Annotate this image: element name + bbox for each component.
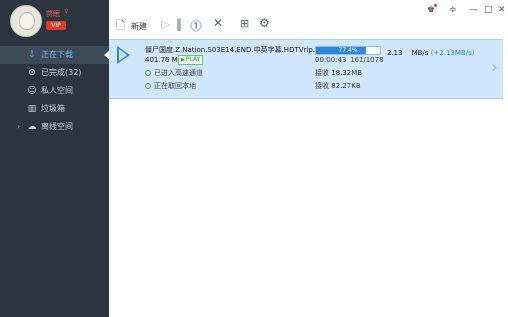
maximize-icon[interactable]: □ (484, 5, 493, 15)
play-badge[interactable]: ▶PLAY (178, 55, 204, 65)
sidebar-item-label: 私人空间 (41, 86, 73, 95)
speed-unit: MB/s (411, 49, 429, 57)
status-dot-icon (145, 83, 151, 89)
cloud-icon: ☁ (27, 122, 37, 132)
avatar-image (19, 12, 35, 30)
gender-icon: ♀ (64, 8, 69, 15)
chevron-right-icon[interactable]: › (17, 118, 20, 136)
new-task-button[interactable]: 新建 (131, 21, 147, 32)
sidebar-item-label: 离线空间 (41, 122, 73, 131)
check-icon: ⊙ (28, 68, 36, 78)
download-icon: ⇩ (28, 50, 36, 60)
vip-badge[interactable]: VIP (46, 21, 66, 30)
sidebar: 赘眠 ♀ VIP ⇩ 正在下载 ⊙ 已完成(32) ☺ 私人空间 ▥ 垃圾箱 ›… (0, 0, 110, 317)
settings-icon[interactable]: ⚙ (259, 16, 270, 30)
sidebar-item-offline[interactable]: › ☁ 离线空间 (0, 118, 109, 136)
start-icon[interactable]: ▷ (161, 17, 170, 31)
received-1: 接收 18.32MB (315, 69, 363, 77)
status-line-1: 已进入高速通道 (145, 68, 203, 78)
user-icon: ☺ (27, 86, 37, 96)
sidebar-item-label: 已完成(32) (41, 68, 82, 77)
progress-percent: 77.4% (338, 47, 358, 54)
status-line-2: 正在取回本地 (145, 81, 196, 91)
menu-icon[interactable]: ≑ (449, 5, 457, 15)
new-task-icon[interactable]: 🗋 (116, 17, 125, 36)
task-filename: 僵尸国度.Z.Nation.S03E14.END.中英字幕.HDTVrip.10… (145, 46, 315, 54)
sidebar-nav: ⇩ 正在下载 ⊙ 已完成(32) ☺ 私人空间 ▥ 垃圾箱 › ☁ 离线空间 (0, 46, 110, 136)
sidebar-item-private[interactable]: ☺ 私人空间 (0, 82, 109, 100)
status-text: 正在取回本地 (154, 82, 196, 90)
received-2: 接收 82.27KB (315, 82, 361, 90)
grid-icon[interactable]: ⊞ (240, 17, 249, 30)
boost-speed: (+2.13MB/s) (430, 49, 475, 57)
minimize-icon[interactable]: — (469, 5, 478, 15)
status-text: 已进入高速通道 (154, 69, 203, 77)
sidebar-item-label: 正在下载 (41, 50, 73, 59)
sidebar-item-completed[interactable]: ⊙ 已完成(32) (0, 64, 109, 82)
elapsed-time: 00:00:43 (315, 56, 347, 64)
trash-icon: ▥ (27, 104, 37, 114)
sidebar-item-label: 垃圾箱 (41, 104, 65, 113)
chevron-right-icon[interactable]: › (491, 57, 498, 78)
delete-icon[interactable]: ✕ (213, 16, 223, 30)
scrollbar[interactable] (503, 38, 508, 317)
toolbar: 🗋 新建 ▷ ‖ ⓵ ✕ ⊞ ⚙ ♚ ≑ — □ ✕ (109, 0, 508, 38)
play-badge-label: PLAY (185, 56, 201, 63)
pause-icon[interactable]: ‖ (176, 17, 182, 31)
username[interactable]: 赘眠 (46, 9, 60, 19)
avatar[interactable] (10, 5, 42, 37)
piece-count: 161/1078 (350, 56, 384, 64)
sidebar-item-downloading[interactable]: ⇩ 正在下载 (0, 46, 110, 64)
sidebar-item-trash[interactable]: ▥ 垃圾箱 (0, 100, 109, 118)
play-icon[interactable] (117, 46, 130, 64)
download-task-row[interactable]: 僵尸国度.Z.Nation.S03E14.END.中英字幕.HDTVrip.10… (109, 39, 508, 99)
status-dot-icon (145, 70, 151, 76)
task-size: 401.76 MB (145, 56, 183, 64)
notification-dot (434, 4, 437, 7)
download-speed: 2.13 MB/s (+2.13MB/s) (387, 49, 474, 57)
speed-value: 2.13 (387, 49, 403, 57)
close-icon[interactable]: ✕ (498, 5, 506, 15)
details-icon[interactable]: ⓵ (190, 17, 202, 34)
progress-bar: 77.4% (315, 46, 381, 55)
